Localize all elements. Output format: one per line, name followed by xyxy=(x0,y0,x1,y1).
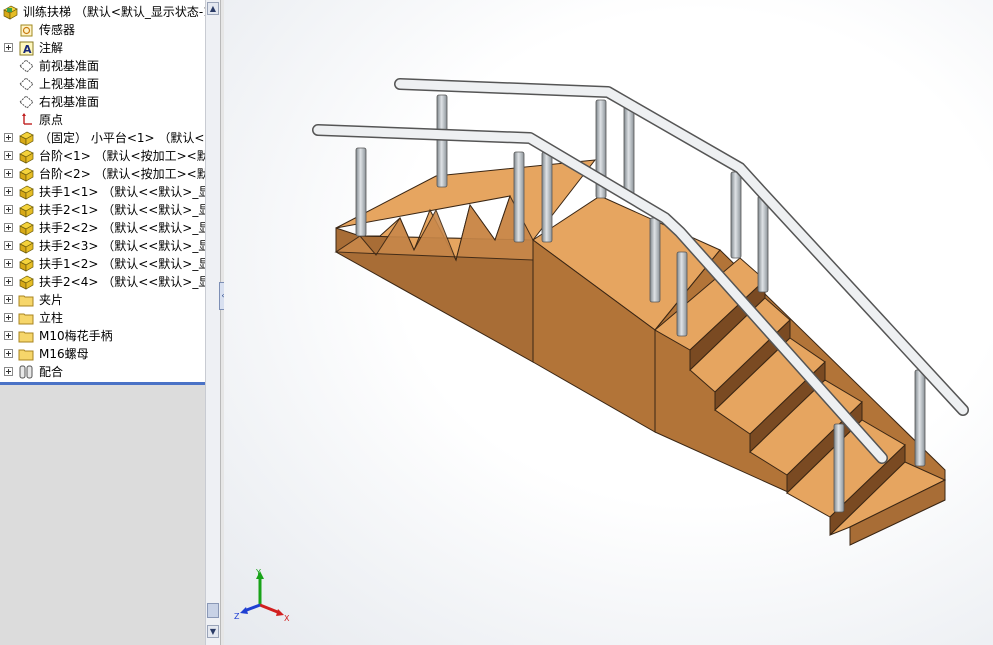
expand-toggle-icon[interactable] xyxy=(4,169,13,178)
tree-item-label: 扶手2<1> （默认<<默认>_显示状 xyxy=(39,203,205,217)
expand-toggle-icon[interactable] xyxy=(4,241,13,250)
tree-item[interactable]: 扶手2<2> （默认<<默认>_显示状 xyxy=(0,219,205,237)
tree-item-label: 配合 xyxy=(39,365,64,379)
coordinate-triad: Y X Z xyxy=(234,568,290,623)
tree-item[interactable]: 扶手2<4> （默认<<默认>_显示状 xyxy=(0,273,205,291)
tree-item[interactable]: M16螺母 xyxy=(0,345,205,363)
part-icon xyxy=(18,184,35,200)
expand-toggle-icon[interactable] xyxy=(4,259,13,268)
tree-item-label: 台阶<1> （默认<按加工><默认 xyxy=(39,149,205,163)
expand-toggle-icon[interactable] xyxy=(4,367,13,376)
folder-icon xyxy=(18,292,35,308)
tree-item-label: 扶手2<4> （默认<<默认>_显示状 xyxy=(39,275,205,289)
tree-root-item[interactable]: 训练扶梯 （默认<默认_显示状态-1 xyxy=(0,3,205,21)
tree-item[interactable]: 右视基准面 xyxy=(0,93,205,111)
plane-icon xyxy=(18,76,35,92)
tree-item[interactable]: 传感器 xyxy=(0,21,205,39)
expand-toggle-icon[interactable] xyxy=(4,133,13,142)
part-icon xyxy=(18,202,35,218)
tree-item-label: 台阶<2> （默认<按加工><默认 xyxy=(39,167,205,181)
tree-item-label: M16螺母 xyxy=(39,347,89,361)
annotation-icon: A xyxy=(18,40,35,56)
tree-item[interactable]: M10梅花手柄 xyxy=(0,327,205,345)
part-icon xyxy=(18,130,35,146)
part-icon xyxy=(18,148,35,164)
expand-toggle-icon[interactable] xyxy=(4,331,13,340)
tree-item[interactable]: 上视基准面 xyxy=(0,75,205,93)
part-icon xyxy=(18,238,35,254)
tree-scrollbar[interactable]: ▲ ▼ xyxy=(205,0,220,645)
scroll-up-button[interactable]: ▲ xyxy=(207,2,219,15)
tree-item[interactable]: （固定） 小平台<1> （默认<<默认 xyxy=(0,129,205,147)
tree-item[interactable]: 扶手2<3> （默认<<默认>_显示状 xyxy=(0,237,205,255)
tree-item-label: 上视基准面 xyxy=(39,77,100,91)
folder-icon xyxy=(18,310,35,326)
stair-model xyxy=(312,78,969,546)
expand-toggle-icon[interactable] xyxy=(4,205,13,214)
expand-toggle-icon[interactable] xyxy=(4,295,13,304)
tree-lower-pane xyxy=(0,385,205,645)
tree-item-label: 扶手2<2> （默认<<默认>_显示状 xyxy=(39,221,205,235)
tree-item-label: 注解 xyxy=(39,41,64,55)
expand-toggle-icon[interactable] xyxy=(4,187,13,196)
tree-item-label: （固定） 小平台<1> （默认<<默认 xyxy=(39,131,205,145)
tree-item-label: 夹片 xyxy=(39,293,64,307)
part-icon xyxy=(18,274,35,290)
tree-item-label: 扶手1<1> （默认<<默认>_显示状 xyxy=(39,185,205,199)
tree-item-label: M10梅花手柄 xyxy=(39,329,113,343)
tree-item-label: 原点 xyxy=(39,113,64,127)
part-icon xyxy=(18,166,35,182)
tree-item[interactable]: 前视基准面 xyxy=(0,57,205,75)
expand-toggle-icon[interactable] xyxy=(4,43,13,52)
triad-z-label: Z xyxy=(234,612,240,621)
tree-item-label: 立柱 xyxy=(39,311,64,325)
part-icon xyxy=(18,256,35,272)
tree-item[interactable]: 原点 xyxy=(0,111,205,129)
folder-icon xyxy=(18,328,35,344)
triad-y-label: Y xyxy=(255,568,261,577)
expand-toggle-icon[interactable] xyxy=(4,313,13,322)
svg-text:A: A xyxy=(23,43,32,56)
graphics-viewport[interactable]: Y X Z xyxy=(224,0,993,645)
feature-manager-tree: 训练扶梯 （默认<默认_显示状态-1 传感器 A 注解前视基准面上视基准面右视基准面原… xyxy=(0,0,205,645)
tree-item-label: 扶手2<3> （默认<<默认>_显示状 xyxy=(39,239,205,253)
folder-icon xyxy=(18,346,35,362)
sensor-icon xyxy=(18,22,35,38)
part-icon xyxy=(18,220,35,236)
tree-item[interactable]: 立柱 xyxy=(0,309,205,327)
tree-item[interactable]: 配合 xyxy=(0,363,205,381)
scroll-down-button[interactable]: ▼ xyxy=(207,625,219,638)
scroll-thumb[interactable] xyxy=(207,603,219,618)
tree-item[interactable]: 扶手2<1> （默认<<默认>_显示状 xyxy=(0,201,205,219)
tree-item-label: 前视基准面 xyxy=(39,59,100,73)
origin-icon xyxy=(18,112,35,128)
tree-item-label: 右视基准面 xyxy=(39,95,100,109)
expand-toggle-icon[interactable] xyxy=(4,223,13,232)
triad-x-label: X xyxy=(284,614,290,623)
tree-item[interactable]: 扶手1<2> （默认<<默认>_显示状 xyxy=(0,255,205,273)
mates-icon xyxy=(18,364,35,380)
tree-item[interactable]: A 注解 xyxy=(0,39,205,57)
tree-item-label: 训练扶梯 （默认<默认_显示状态-1 xyxy=(23,5,205,19)
expand-toggle-icon[interactable] xyxy=(4,349,13,358)
expand-toggle-icon[interactable] xyxy=(4,151,13,160)
plane-icon xyxy=(18,94,35,110)
tree-item-label: 扶手1<2> （默认<<默认>_显示状 xyxy=(39,257,205,271)
plane-icon xyxy=(18,58,35,74)
expand-toggle-icon[interactable] xyxy=(4,277,13,286)
assembly-icon xyxy=(2,4,19,20)
tree-item[interactable]: 扶手1<1> （默认<<默认>_显示状 xyxy=(0,183,205,201)
tree-item[interactable]: 台阶<2> （默认<按加工><默认 xyxy=(0,165,205,183)
tree-item[interactable]: 台阶<1> （默认<按加工><默认 xyxy=(0,147,205,165)
tree-item-label: 传感器 xyxy=(39,23,76,37)
tree-item[interactable]: 夹片 xyxy=(0,291,205,309)
